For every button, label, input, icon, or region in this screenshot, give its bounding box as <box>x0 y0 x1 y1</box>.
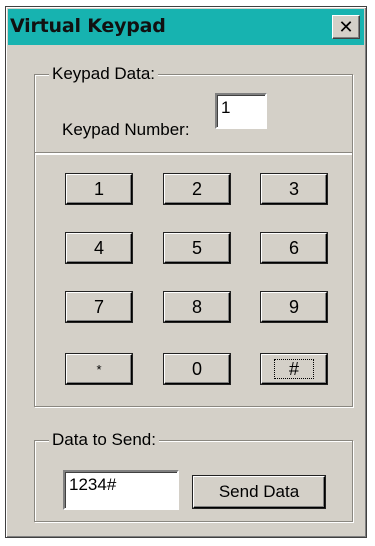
close-icon: ✕ <box>338 16 354 38</box>
key-label: 3 <box>288 178 299 199</box>
send-data-label: Send Data <box>218 482 300 501</box>
key-label: 6 <box>288 237 299 258</box>
virtual-keypad-window: Virtual Keypad ✕ Keypad Data: Keypad Num… <box>5 6 367 538</box>
keypad-data-legend: Keypad Data: <box>49 63 159 85</box>
key-label: # <box>273 359 314 379</box>
key-label: 8 <box>191 296 202 317</box>
send-data-button[interactable]: Send Data <box>193 476 325 508</box>
key-label: 9 <box>288 296 299 317</box>
key-hash-button[interactable]: # <box>261 354 327 384</box>
key-8-button[interactable]: 8 <box>164 292 230 322</box>
key-0-button[interactable]: 0 <box>164 354 230 384</box>
title-bar[interactable]: Virtual Keypad ✕ <box>8 9 364 45</box>
key-label: * <box>96 361 102 377</box>
data-to-send-input[interactable]: 1234# <box>63 470 179 510</box>
keypad-number-label: Keypad Number: <box>62 120 190 139</box>
key-label: 7 <box>93 296 104 317</box>
key-7-button[interactable]: 7 <box>66 292 132 322</box>
key-label: 1 <box>93 178 104 199</box>
window-title: Virtual Keypad <box>10 15 166 37</box>
key-label: 5 <box>191 237 202 258</box>
key-1-button[interactable]: 1 <box>66 174 132 204</box>
key-label: 4 <box>93 237 104 258</box>
close-button[interactable]: ✕ <box>332 15 360 39</box>
keypad-number-input[interactable]: 1 <box>215 93 267 129</box>
key-3-button[interactable]: 3 <box>261 174 327 204</box>
key-5-button[interactable]: 5 <box>164 233 230 263</box>
key-star-button[interactable]: * <box>66 354 132 384</box>
key-label: 2 <box>191 178 202 199</box>
key-label: 0 <box>191 358 202 379</box>
key-9-button[interactable]: 9 <box>261 292 327 322</box>
data-to-send-legend: Data to Send: <box>49 429 159 451</box>
keypad-data-group: Keypad Data: <box>34 63 353 154</box>
key-2-button[interactable]: 2 <box>164 174 230 204</box>
key-4-button[interactable]: 4 <box>66 233 132 263</box>
key-6-button[interactable]: 6 <box>261 233 327 263</box>
